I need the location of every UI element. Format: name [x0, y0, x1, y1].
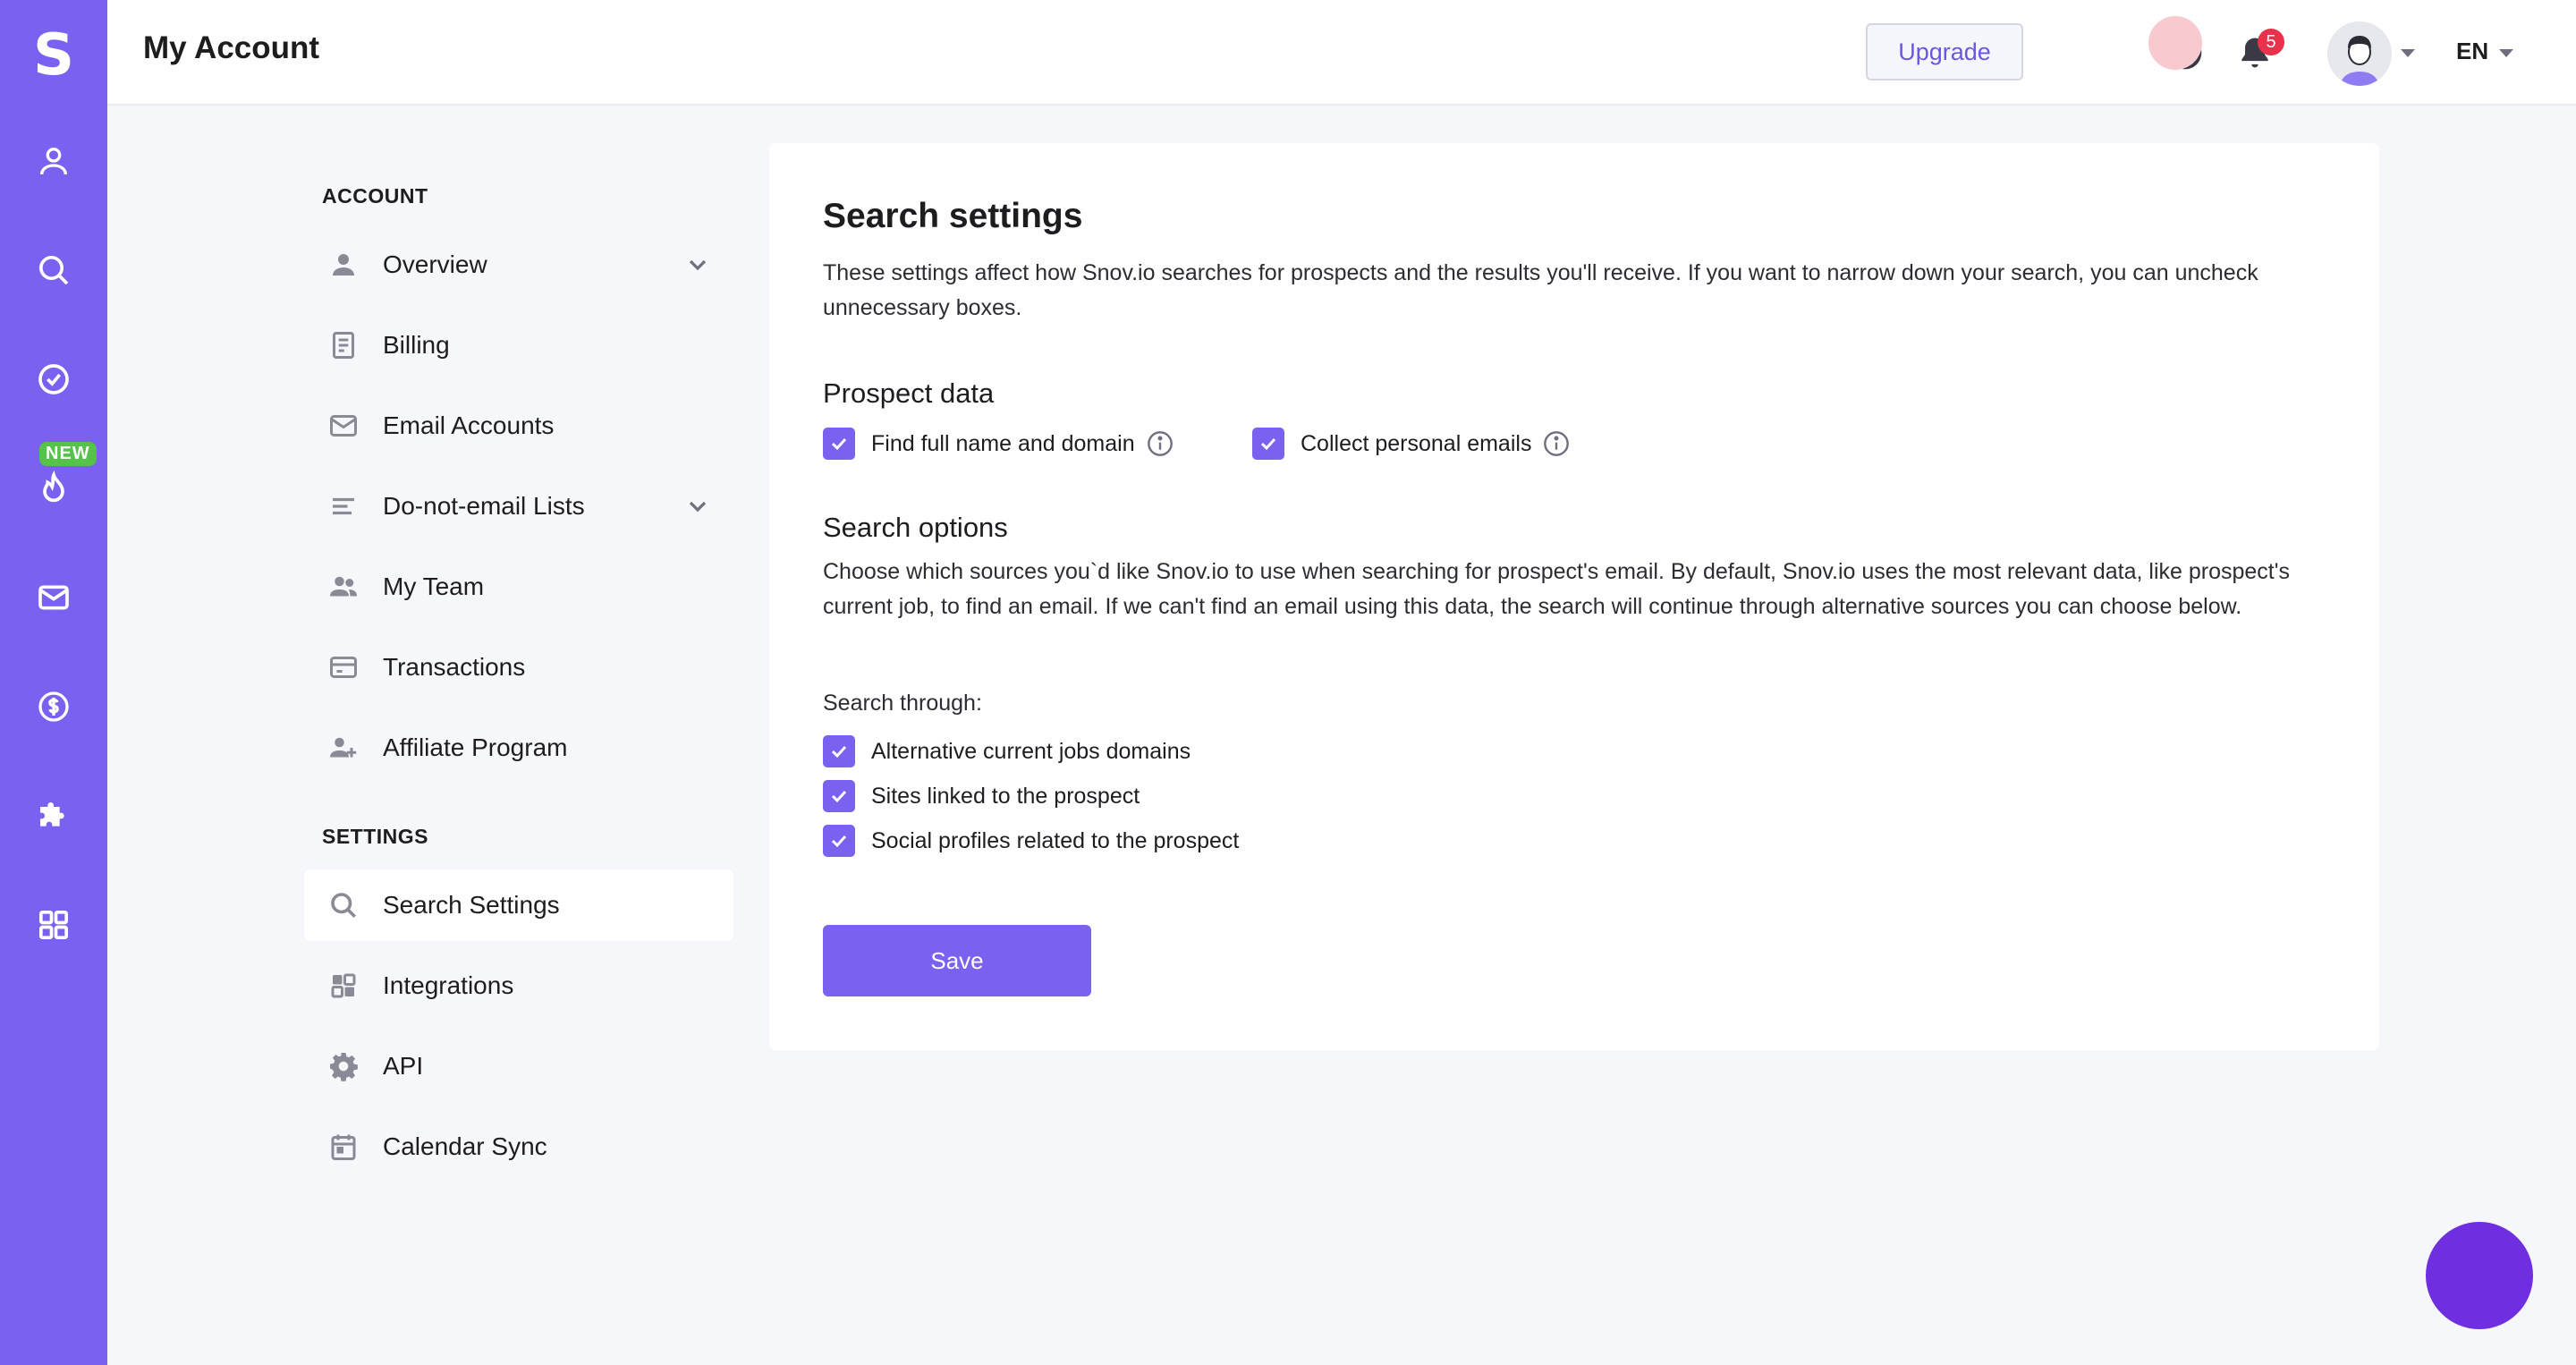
checkbox-label: Social profiles related to the prospect [871, 827, 1240, 853]
avatar-illustration-icon [2327, 21, 2392, 86]
menu-item-label: My Team [383, 572, 485, 600]
menu-item-integrations[interactable]: Integrations [304, 950, 733, 1022]
rail-integrations[interactable] [0, 780, 107, 852]
list-icon [326, 488, 361, 524]
search-settings-card: Search settings These settings affect ho… [769, 143, 2379, 1050]
save-button[interactable]: Save [823, 925, 1091, 996]
checkbox-checked[interactable] [823, 735, 855, 767]
menu-item-label: Integrations [383, 971, 514, 999]
page-title: My Account [143, 30, 320, 65]
info-icon[interactable] [1146, 429, 1174, 458]
checkmark-icon [831, 790, 847, 803]
menu-item-email-accounts[interactable]: Email Accounts [304, 390, 733, 462]
info-icon[interactable] [1542, 429, 1571, 458]
checkmark-icon [831, 745, 847, 759]
document-icon [326, 327, 361, 363]
chevron-down-icon[interactable] [683, 492, 712, 521]
checkmark-icon [831, 835, 847, 848]
checkbox-label: Alternative current jobs domains [871, 738, 1191, 764]
menu-item-label: Search Settings [383, 891, 560, 919]
calendar-icon [326, 1129, 361, 1165]
app-logo[interactable]: S [0, 20, 107, 91]
card-description: These settings affect how Snov.io search… [823, 260, 2258, 320]
menu-item-label: Email Accounts [383, 411, 555, 439]
chat-widget-button[interactable] [2426, 1222, 2533, 1329]
notification-halo [2148, 16, 2202, 70]
avatar-caret-icon[interactable] [2401, 49, 2415, 57]
checkbox-label: Find full name and domain [871, 430, 1135, 456]
alternative-jobs-domains-checkbox[interactable]: Alternative current jobs domains [823, 735, 1191, 767]
rail-verify[interactable] [0, 343, 107, 415]
person-icon [326, 247, 361, 283]
menu-item-billing[interactable]: Billing [304, 309, 733, 381]
linked-sites-checkbox[interactable]: Sites linked to the prospect [823, 780, 1140, 812]
find-full-name-checkbox[interactable]: Find full name and domain [823, 428, 1174, 460]
rail-contacts[interactable] [0, 125, 107, 197]
search-options-heading: Search options [823, 512, 1008, 543]
gear-icon [326, 1048, 361, 1084]
search-icon [326, 887, 361, 923]
menu-item-label: Transactions [383, 653, 526, 681]
rail-warmup[interactable] [0, 453, 107, 524]
menu-item-search-settings[interactable]: Search Settings [304, 869, 733, 941]
mail-icon [38, 585, 69, 610]
menu-item-label: Do-not-email Lists [383, 492, 585, 520]
user-plus-icon [326, 730, 361, 766]
account-section-label: ACCOUNT [322, 184, 428, 208]
user-icon [40, 148, 67, 175]
collect-personal-emails-checkbox[interactable]: Collect personal emails [1252, 428, 1571, 460]
checkbox-checked[interactable] [823, 825, 855, 857]
search-icon [39, 256, 69, 285]
envelope-icon [326, 408, 361, 444]
prospect-data-heading: Prospect data [823, 377, 995, 409]
grid-icon [326, 968, 361, 1004]
checkbox-label: Sites linked to the prospect [871, 783, 1140, 809]
menu-item-label: Calendar Sync [383, 1132, 547, 1160]
card-title: Search settings [823, 197, 1083, 235]
checkbox-checked[interactable] [1252, 428, 1284, 460]
menu-item-affiliate-program[interactable]: Affiliate Program [304, 712, 733, 784]
menu-item-label: API [383, 1052, 424, 1080]
apps-grid-icon [39, 911, 69, 939]
checkmark-icon [831, 437, 847, 451]
menu-item-label: Affiliate Program [383, 733, 568, 761]
flame-icon [43, 471, 64, 503]
social-profiles-checkbox[interactable]: Social profiles related to the prospect [823, 825, 1239, 857]
notification-count-badge: 5 [2258, 29, 2284, 55]
menu-item-calendar-sync[interactable]: Calendar Sync [304, 1111, 733, 1183]
dollar-icon [38, 691, 69, 722]
settings-section-label: SETTINGS [322, 825, 429, 848]
card-icon [326, 649, 361, 685]
left-rail: S NEW [0, 0, 107, 1365]
menu-item-do-not-email-lists[interactable]: Do-not-email Lists [304, 471, 733, 542]
chevron-down-icon[interactable] [683, 250, 712, 279]
language-selector[interactable]: EN [2456, 38, 2488, 65]
search-through-label: Search through: [823, 691, 982, 716]
puzzle-icon [40, 802, 64, 827]
checkmark-icon [1260, 437, 1276, 451]
menu-item-transactions[interactable]: Transactions [304, 632, 733, 703]
avatar[interactable] [2327, 21, 2392, 86]
rail-campaigns[interactable] [0, 562, 107, 633]
rail-apps[interactable] [0, 889, 107, 961]
menu-item-overview[interactable]: Overview [304, 229, 733, 301]
team-icon [326, 569, 361, 605]
upgrade-button[interactable]: Upgrade [1866, 23, 2023, 81]
menu-item-my-team[interactable]: My Team [304, 551, 733, 623]
checkbox-checked[interactable] [823, 428, 855, 460]
checkbox-label: Collect personal emails [1301, 430, 1532, 456]
language-caret-icon[interactable] [2499, 49, 2513, 57]
rail-search[interactable] [0, 234, 107, 306]
check-circle-icon [38, 364, 69, 394]
menu-item-label: Overview [383, 250, 487, 278]
menu-item-label: Billing [383, 331, 450, 359]
search-options-description: Choose which sources you`d like Snov.io … [823, 559, 2291, 619]
checkbox-checked[interactable] [823, 780, 855, 812]
menu-item-api[interactable]: API [304, 1030, 733, 1102]
rail-deals[interactable] [0, 671, 107, 742]
